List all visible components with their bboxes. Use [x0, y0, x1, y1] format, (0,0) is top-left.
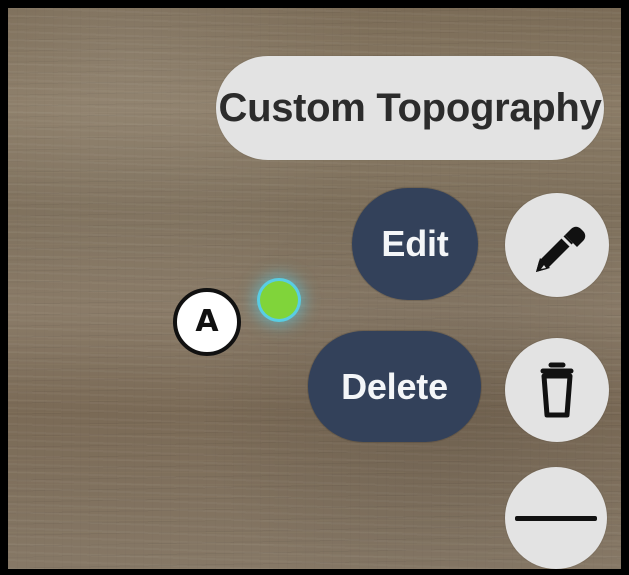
- minus-icon: [515, 508, 597, 528]
- delete-icon-button[interactable]: [505, 338, 609, 442]
- custom-topography-pill: Custom Topography: [216, 56, 604, 160]
- annotation-marker: A: [173, 288, 241, 356]
- pencil-icon: [522, 210, 592, 280]
- map-point-marker[interactable]: [260, 281, 298, 319]
- trash-icon: [523, 355, 591, 425]
- edit-button[interactable]: Edit: [352, 188, 478, 300]
- map-viewport: Custom Topography Edit Delete A: [0, 0, 629, 575]
- edit-icon-button[interactable]: [505, 193, 609, 297]
- delete-button[interactable]: Delete: [308, 331, 481, 442]
- collapse-button[interactable]: [505, 467, 607, 569]
